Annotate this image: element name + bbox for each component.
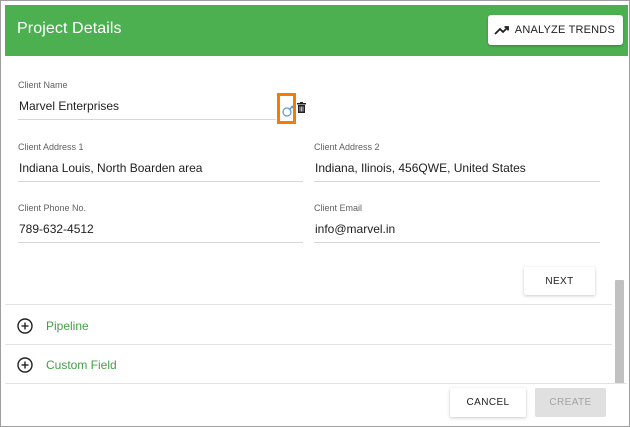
trash-icon[interactable]: [297, 102, 306, 113]
client-address-2-field[interactable]: [314, 161, 600, 182]
client-address-2-group: Client Address 2: [314, 142, 600, 182]
section-divider: [5, 304, 612, 305]
plus-circle-icon: [17, 318, 33, 334]
accordion-custom-field[interactable]: Custom Field: [17, 356, 117, 374]
create-button[interactable]: CREATE: [535, 388, 606, 417]
accordion-pipeline-label: Pipeline: [46, 319, 89, 333]
client-email-label: Client Email: [314, 203, 363, 213]
dialog-header: Project Details ANALYZE TRENDS: [5, 5, 628, 56]
client-name-label: Client Name: [18, 80, 68, 90]
dialog-footer: CANCEL CREATE: [5, 384, 627, 424]
trending-up-icon: [494, 26, 509, 35]
client-address-2-label: Client Address 2: [314, 142, 380, 152]
accordion-custom-field-label: Custom Field: [46, 358, 117, 372]
client-address-1-label: Client Address 1: [18, 142, 84, 152]
accordion-pipeline[interactable]: Pipeline: [17, 317, 89, 335]
edit-icon-highlight: [277, 93, 296, 124]
section-divider: [5, 344, 612, 345]
project-details-dialog: Project Details ANALYZE TRENDS Client Na…: [0, 0, 630, 427]
client-address-1-group: Client Address 1: [18, 142, 303, 182]
plus-circle-icon: [17, 357, 33, 373]
client-phone-label: Client Phone No.: [18, 203, 87, 213]
edit-icon[interactable]: [282, 105, 294, 117]
cancel-button[interactable]: CANCEL: [450, 388, 526, 417]
next-button[interactable]: NEXT: [524, 267, 595, 295]
scrollbar-thumb[interactable]: [615, 280, 624, 384]
client-name-field[interactable]: [18, 99, 276, 120]
analyze-trends-button[interactable]: ANALYZE TRENDS: [487, 15, 623, 45]
client-email-group: Client Email: [314, 203, 600, 243]
client-address-1-field[interactable]: [18, 161, 303, 182]
client-email-field[interactable]: [314, 222, 600, 243]
dialog-title: Project Details: [17, 20, 122, 37]
client-phone-group: Client Phone No.: [18, 203, 303, 243]
client-phone-field[interactable]: [18, 222, 303, 243]
client-name-group: Client Name: [18, 80, 276, 120]
analyze-trends-label: ANALYZE TRENDS: [514, 24, 615, 36]
